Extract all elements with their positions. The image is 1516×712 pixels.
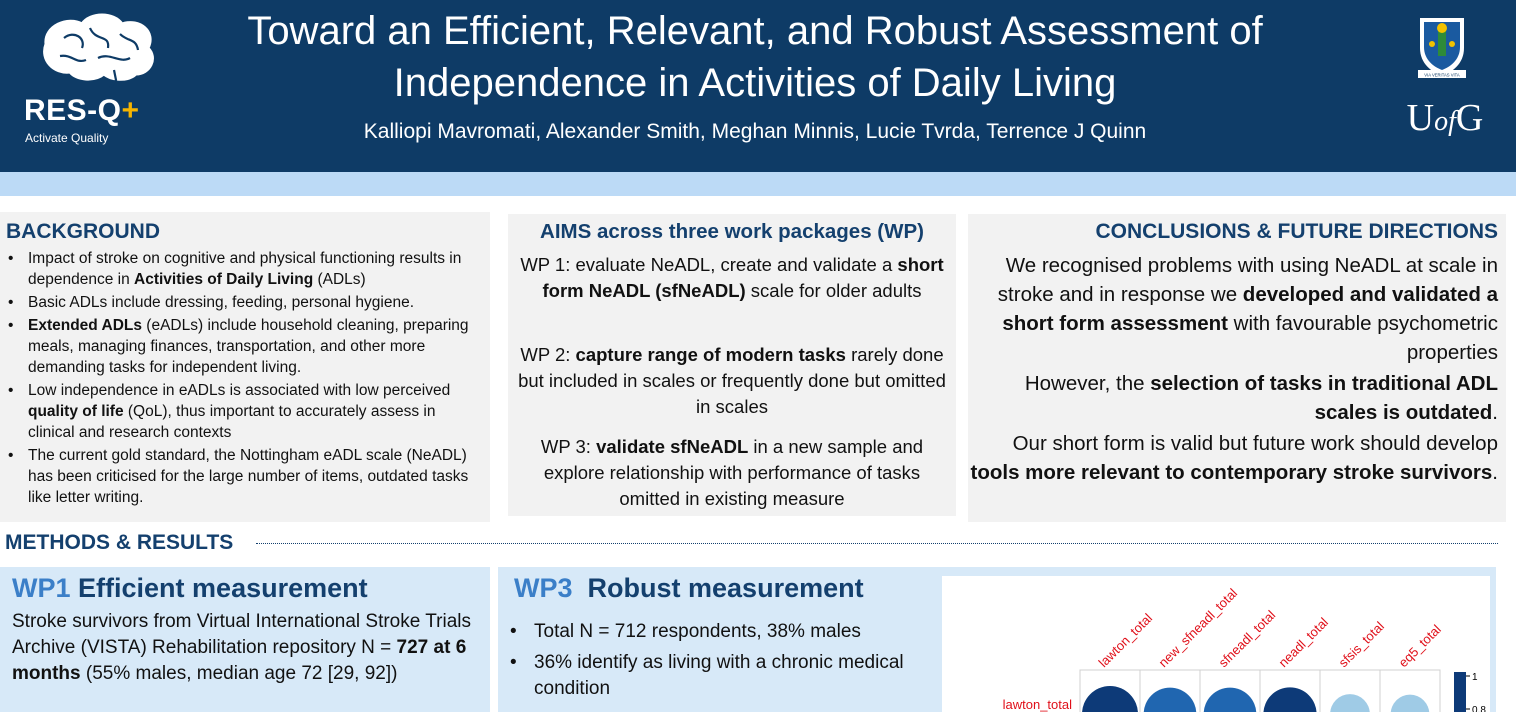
poster-title-line2: Independence in Activities of Daily Livi… [393,61,1117,105]
column-label: neadl_total [1276,614,1332,670]
colorbar [1454,672,1466,712]
list-item: Total N = 712 respondents, 38% males [510,619,930,645]
conclusions-panel: CONCLUSIONS & FUTURE DIRECTIONS We recog… [968,214,1506,522]
row-label: lawton_total [1003,697,1072,712]
list-item: Basic ADLs include dressing, feeding, pe… [6,292,480,313]
poster-authors: Kalliopi Mavromati, Alexander Smith, Meg… [363,120,1147,143]
conclusion-paragraph-1: We recognised problems with using NeADL … [997,254,1498,364]
correlation-plot: lawton_total new_sfneadl_total sfneadl_tot… [942,576,1490,712]
aim-wp1: WP 1: evaluate NeADL, create and validat… [520,254,944,301]
aim-wp3: WP 3: validate sfNeADL in a new sample a… [540,436,924,509]
list-item: The current gold standard, the Nottingha… [6,445,480,508]
uofg-logo: UofG [1406,97,1484,139]
conclusions-heading: CONCLUSIONS & FUTURE DIRECTIONS [1095,220,1498,243]
wp1-text: Stroke survivors from Virtual Internatio… [12,611,471,684]
crest-motto: VIA VERITAS VITA [1424,73,1460,78]
background-list: Impact of stroke on cognitive and physic… [6,248,480,510]
column-label: eq5_total [1396,622,1445,671]
poster-title-line1: Toward an Efficient, Relevant, and Robus… [247,9,1263,53]
colorbar-tick-label: 1 [1472,672,1478,683]
wp3-heading: WP3 Robust measurement [514,573,864,603]
wp1-panel: WP1 Efficient measurement Stroke survivo… [0,567,490,712]
column-label: sfneadl_total [1216,607,1279,670]
list-item: Low independence in eADLs is associated … [6,380,480,443]
colorbar-tick-label: 0.8 [1472,705,1486,712]
wp3-list: Total N = 712 respondents, 38% males 36%… [510,619,930,707]
list-item: Impact of stroke on cognitive and physic… [6,248,480,290]
wp1-heading: WP1 Efficient measurement [12,573,368,603]
list-item: 36% identify as living with a chronic me… [510,650,930,702]
background-panel: BACKGROUND Impact of stroke on cognitive… [0,212,490,522]
column-label: sfsis_total [1336,619,1388,671]
aims-heading: AIMS across three work packages (WP) [540,220,924,243]
brand-logo-text: RES-Q+ [24,94,140,127]
aims-panel: AIMS across three work packages (WP) WP … [508,214,956,516]
conclusion-paragraph-3: Our short form is valid but future work … [970,432,1498,484]
methods-divider [256,543,1498,544]
brand-tagline: Activate Quality [25,131,109,145]
aim-wp2: WP 2: capture range of modern tasks rare… [518,344,946,417]
header-band [0,172,1516,196]
background-heading: BACKGROUND [6,220,160,243]
correlation-plot-svg: lawton_total new_sfneadl_totalsfneadl_tot… [1003,585,1486,712]
list-item: Extended ADLs (eADLs) include household … [6,315,480,378]
methods-heading: METHODS & RESULTS [5,531,234,554]
column-label: lawton_total [1096,610,1156,670]
conclusion-paragraph-2: However, the selection of tasks in tradi… [1024,372,1498,424]
university-crest-icon: VIA VERITAS VITA [1418,18,1466,78]
